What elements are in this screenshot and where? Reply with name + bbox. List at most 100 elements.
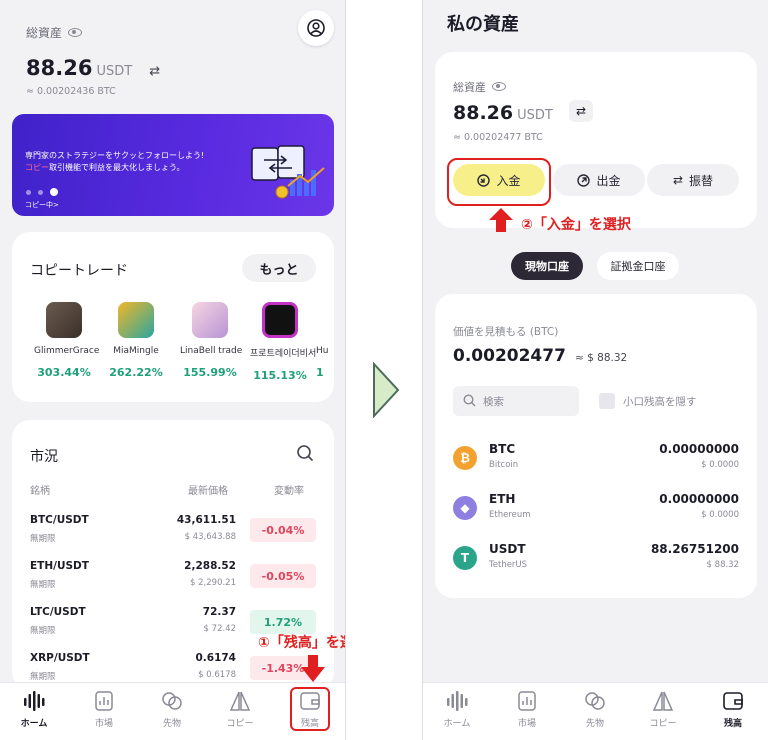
tab-spot-account[interactable]: 現物口座: [511, 252, 583, 280]
hide-small-checkbox[interactable]: [599, 393, 615, 409]
pair-name: ETH/USDT: [30, 560, 89, 572]
banner-line-1: 専門家のストラテジーをサクッとフォローしよう!: [25, 151, 205, 160]
tab-futures[interactable]: 先物: [144, 689, 200, 729]
pair-type: 無期限: [30, 672, 56, 682]
valuation-value: 0.00202477: [453, 346, 566, 366]
transfer-icon: ⇄: [672, 173, 684, 187]
asset-symbol: USDT: [489, 542, 526, 556]
trader-card[interactable]: LinaBell trade 155.99%: [180, 302, 242, 379]
valuation-usd: ≈ $ 88.32: [575, 352, 628, 364]
change-badge: -0.05%: [250, 564, 316, 588]
trader-return: 155.99%: [183, 366, 237, 379]
eye-icon[interactable]: [492, 82, 506, 91]
banner-highlight: コピー: [25, 163, 49, 172]
trader-name: GlimmerGrace: [34, 346, 100, 356]
tab-futures[interactable]: 先物: [567, 689, 623, 729]
trader-return: 262.22%: [109, 366, 163, 379]
balance-unit: USDT: [96, 64, 133, 79]
market-chart-icon: [518, 691, 536, 711]
page-title: 私の資産: [447, 14, 519, 35]
btc-equivalent: ≈ 0.00202436 BTC: [26, 86, 116, 97]
market-chart-icon: [95, 691, 113, 711]
asset-name: Bitcoin: [489, 460, 519, 470]
arrow-up-icon: [489, 208, 513, 232]
banner-more-link[interactable]: コピー中>: [25, 200, 59, 210]
asset-value: $ 0.0000: [701, 460, 739, 470]
profile-icon[interactable]: [298, 10, 334, 46]
asset-amount: 88.26751200: [650, 542, 739, 556]
hide-small-label: 小口残高を隠す: [623, 396, 697, 408]
transfer-button[interactable]: ⇄ 振替: [647, 164, 739, 196]
search-placeholder: 検索: [483, 396, 504, 408]
carousel-dot-active[interactable]: [50, 188, 58, 196]
pair-type: 無期限: [30, 626, 56, 636]
futures-icon: [585, 692, 605, 710]
swap-icon[interactable]: ⇄: [569, 100, 593, 122]
withdraw-button[interactable]: 出金: [553, 164, 645, 196]
bottom-tab-bar: ホーム 市場 先物 コピー 残高: [0, 682, 345, 740]
search-input[interactable]: 検索: [453, 386, 579, 416]
usdt-coin-icon: T: [453, 546, 477, 570]
btc-equivalent: ≈ 0.00202477 BTC: [453, 132, 543, 143]
promo-banner[interactable]: 専門家のストラテジーをサクッとフォローしよう! コピー取引機能で利益を最大化しま…: [12, 114, 334, 216]
asset-row[interactable]: ₿ BTC Bitcoin 0.00000000 $ 0.0000: [453, 442, 739, 482]
tab-home[interactable]: ホーム: [429, 689, 485, 729]
tab-market[interactable]: 市場: [76, 689, 132, 729]
tab-label: ホーム: [20, 719, 48, 729]
btc-coin-icon: ₿: [453, 446, 477, 470]
trader-card[interactable]: Hu 1: [316, 302, 334, 379]
tab-home[interactable]: ホーム: [6, 689, 62, 729]
col-change: 変動率: [274, 486, 304, 497]
tab-margin-account[interactable]: 証拠金口座: [597, 252, 679, 280]
trader-name: 프로트레이더비서: [250, 349, 317, 359]
col-price: 最新価格: [188, 486, 228, 497]
total-assets-label: 総資産: [26, 26, 63, 40]
market-row[interactable]: BTC/USDT 無期限 43,611.51 $ 43,643.88 -0.04…: [30, 514, 320, 554]
arrow-down-icon: [301, 655, 325, 682]
tab-copy[interactable]: コピー: [635, 689, 691, 729]
asset-row[interactable]: T USDT TetherUS 88.26751200 $ 88.32: [453, 542, 739, 582]
swap-icon[interactable]: ⇄: [149, 64, 160, 79]
market-row[interactable]: ETH/USDT 無期限 2,288.52 $ 2,290.21 -0.05%: [30, 560, 320, 600]
search-icon[interactable]: [296, 444, 314, 462]
pair-type: 無期限: [30, 534, 56, 544]
carousel-dot[interactable]: [38, 190, 43, 195]
last-price: 2,288.52: [184, 560, 236, 572]
asset-row[interactable]: ◆ ETH Ethereum 0.00000000 $ 0.0000: [453, 492, 739, 532]
pair-name: BTC/USDT: [30, 514, 89, 526]
trader-card[interactable]: 프로트레이더비서 115.13%: [250, 302, 317, 382]
more-button[interactable]: もっと: [242, 254, 316, 282]
trader-return: 115.13%: [253, 369, 307, 382]
last-price: 0.6174: [195, 652, 236, 664]
tab-label: 残高: [723, 719, 742, 729]
pair-name: LTC/USDT: [30, 606, 86, 618]
tab-balance[interactable]: 残高: [705, 689, 761, 729]
trader-avatar: [192, 302, 228, 338]
asset-amount: 0.00000000: [659, 492, 739, 506]
banner-text: 専門家のストラテジーをサクッとフォローしよう! コピー取引機能で利益を最大化しま…: [25, 150, 225, 174]
carousel-dot[interactable]: [26, 190, 31, 195]
valuation-label: 価値を見積もる (BTC): [453, 326, 559, 338]
usd-price: $ 2,290.21: [190, 578, 236, 588]
tab-label: 先物: [162, 719, 181, 729]
trader-avatar: [262, 302, 298, 338]
balance-amount: 88.26: [26, 56, 93, 80]
change-badge: 1.72%: [250, 610, 316, 634]
last-price: 72.37: [202, 606, 236, 618]
home-bars-icon: [24, 691, 45, 711]
trader-card[interactable]: MiaMingle 262.22%: [106, 302, 166, 379]
tab-market[interactable]: 市場: [499, 689, 555, 729]
total-assets-label: 総資産: [453, 81, 486, 94]
next-step-arrow-icon: [373, 362, 400, 418]
market-title: 市況: [30, 449, 58, 465]
highlight-box: [290, 687, 330, 731]
tab-copy[interactable]: コピー: [212, 689, 268, 729]
bottom-tab-bar: ホーム 市場 先物 コピー 残高: [423, 682, 768, 740]
tab-label: コピー: [649, 719, 677, 729]
tab-label: 市場: [517, 719, 536, 729]
tab-label: コピー: [226, 719, 254, 729]
highlight-box: [447, 158, 551, 206]
eye-icon[interactable]: [68, 28, 83, 37]
trader-card[interactable]: GlimmerGrace 303.44%: [34, 302, 100, 379]
search-icon: [463, 394, 476, 407]
